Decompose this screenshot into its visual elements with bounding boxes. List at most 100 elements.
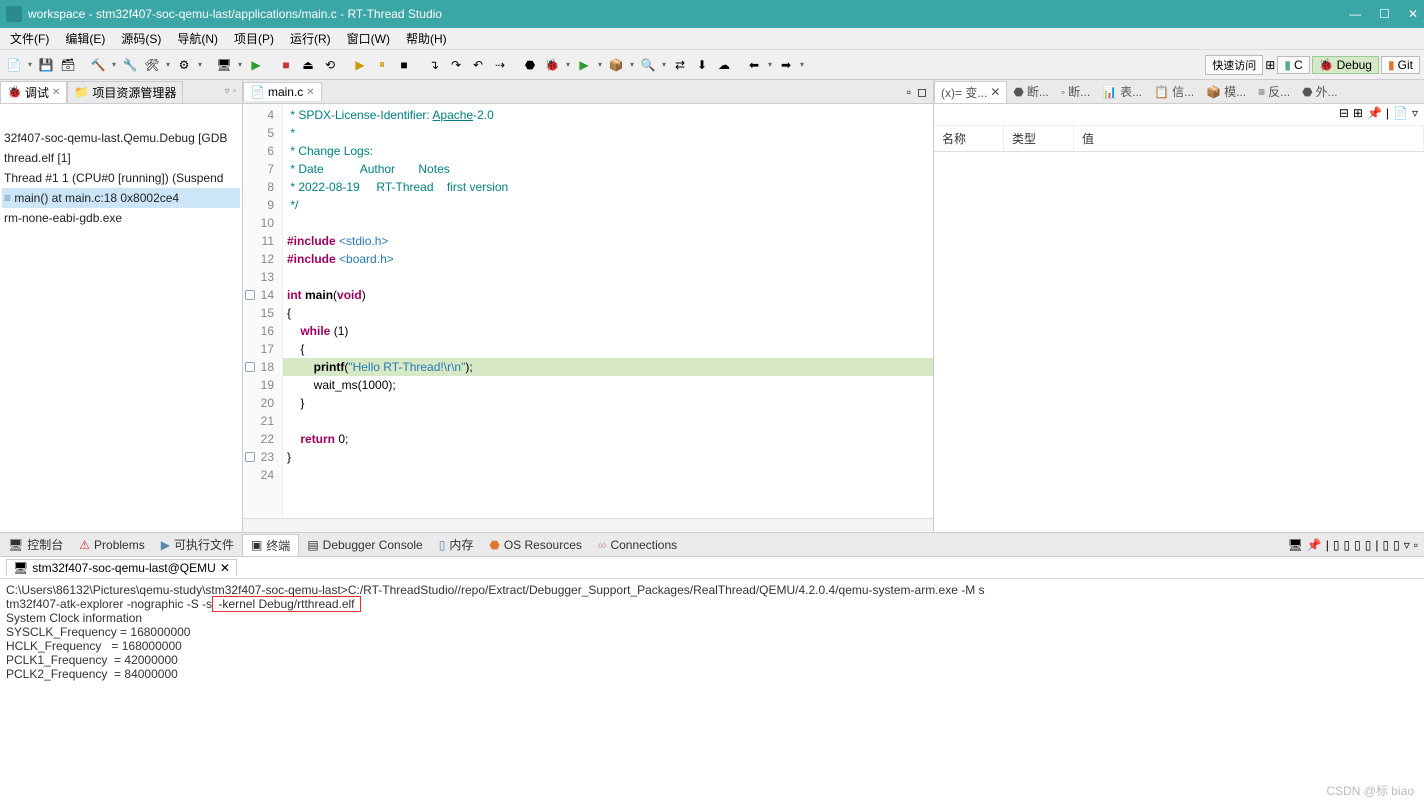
save-icon[interactable]: 💾 bbox=[36, 55, 56, 75]
code-line[interactable]: * Change Logs: bbox=[283, 142, 933, 160]
tab-problems[interactable]: ⚠Problems bbox=[71, 536, 152, 554]
code-line[interactable]: int main(void) bbox=[283, 286, 933, 304]
code-line[interactable]: } bbox=[283, 394, 933, 412]
menu-source[interactable]: 源码(S) bbox=[115, 28, 167, 49]
menu-file[interactable]: 文件(F) bbox=[4, 28, 55, 49]
maximize-icon[interactable]: ◻ bbox=[917, 85, 927, 99]
stepinto-icon[interactable]: ↴ bbox=[424, 55, 444, 75]
menu-project[interactable]: 项目(P) bbox=[228, 28, 280, 49]
tree-row[interactable]: 32f407-soc-qemu-last.Qemu.Debug [GDB bbox=[2, 128, 240, 148]
tree-row[interactable]: thread.elf [1] bbox=[2, 148, 240, 168]
terminal-subtab[interactable]: 🖥stm32f407-soc-qemu-last@QEMU✕ bbox=[6, 559, 237, 576]
tab-exec[interactable]: ▶可执行文件 bbox=[153, 534, 242, 555]
code-line[interactable]: return 0; bbox=[283, 430, 933, 448]
tab-dbgconsole[interactable]: ▤Debugger Console bbox=[299, 536, 430, 554]
menu-window[interactable]: 窗口(W) bbox=[341, 28, 396, 49]
col-value[interactable]: 值 bbox=[1074, 126, 1424, 151]
editor-tab-main[interactable]: 📄main.c✕ bbox=[243, 82, 322, 101]
menu-nav[interactable]: 导航(N) bbox=[171, 28, 224, 49]
code-line[interactable]: while (1) bbox=[283, 322, 933, 340]
term-menu-icon[interactable]: ▿ bbox=[1404, 538, 1410, 552]
code-line[interactable] bbox=[283, 412, 933, 430]
sync-icon[interactable]: ⇄ bbox=[670, 55, 690, 75]
terminate-icon[interactable]: ■ bbox=[394, 55, 414, 75]
code-line[interactable]: } bbox=[283, 448, 933, 466]
close-icon[interactable]: ✕ bbox=[52, 87, 60, 98]
close-icon[interactable]: ✕ bbox=[306, 87, 314, 98]
expand-icon[interactable]: ⊞ bbox=[1353, 106, 1363, 123]
monitor-icon[interactable]: 🖥 bbox=[214, 55, 234, 75]
cloud-icon[interactable]: ☁ bbox=[714, 55, 734, 75]
code-line[interactable]: * 2022-08-19 RT-Thread first version bbox=[283, 178, 933, 196]
term-t6-icon[interactable]: ▯ bbox=[1393, 538, 1400, 552]
instr-icon[interactable]: ⇢ bbox=[490, 55, 510, 75]
resume-icon[interactable]: ▶ bbox=[350, 55, 370, 75]
code-line[interactable]: */ bbox=[283, 196, 933, 214]
minimize-button[interactable]: — bbox=[1349, 7, 1361, 21]
view-menu-icon[interactable]: ▿ ▫ bbox=[219, 86, 242, 97]
search-icon[interactable]: 🔍 bbox=[638, 55, 658, 75]
tab-conn[interactable]: ∞Connections bbox=[590, 536, 685, 554]
code-line[interactable]: printf("Hello RT-Thread!\r\n"); bbox=[283, 358, 933, 376]
code-line[interactable]: * SPDX-License-Identifier: Apache-2.0 bbox=[283, 106, 933, 124]
code-line[interactable] bbox=[283, 466, 933, 484]
tab-info[interactable]: 📋信... bbox=[1148, 81, 1200, 102]
code-line[interactable] bbox=[283, 268, 933, 286]
tab-expr[interactable]: 📊表... bbox=[1096, 81, 1148, 102]
tab-osres[interactable]: ⬣OS Resources bbox=[481, 536, 590, 554]
tab-modules[interactable]: 📦模... bbox=[1200, 81, 1252, 102]
stop-icon[interactable]: ■ bbox=[276, 55, 296, 75]
build-icon[interactable]: 📦 bbox=[606, 55, 626, 75]
term-t1-icon[interactable]: ▯ bbox=[1333, 538, 1340, 552]
menu-run[interactable]: 运行(R) bbox=[284, 28, 337, 49]
term-t3-icon[interactable]: ▯ bbox=[1354, 538, 1361, 552]
menu-help[interactable]: 帮助(H) bbox=[400, 28, 453, 49]
code-line[interactable]: * bbox=[283, 124, 933, 142]
menu-icon[interactable]: ▿ bbox=[1412, 106, 1418, 123]
tree-row[interactable]: rm-none-eabi-gdb.exe bbox=[2, 208, 240, 228]
tab-disasm[interactable]: ≡反... bbox=[1252, 81, 1296, 102]
open-persp-icon[interactable]: ⊞ bbox=[1265, 58, 1275, 72]
maximize-button[interactable]: ☐ bbox=[1379, 7, 1390, 21]
term-min-icon[interactable]: ▫ bbox=[1414, 538, 1418, 552]
new-icon[interactable]: 📄 bbox=[4, 55, 24, 75]
tab-breakpoints[interactable]: ⬣断... bbox=[1007, 81, 1055, 102]
persp-debug[interactable]: 🐞Debug bbox=[1312, 56, 1379, 74]
restart-icon[interactable]: ⟲ bbox=[320, 55, 340, 75]
chip-icon[interactable]: ⬣ bbox=[520, 55, 540, 75]
tab-project-explorer[interactable]: 📁项目资源管理器 bbox=[67, 81, 183, 103]
term-t2-icon[interactable]: ▯ bbox=[1344, 538, 1351, 552]
new-icon[interactable]: 📄 bbox=[1393, 106, 1408, 123]
new-drop[interactable] bbox=[26, 60, 34, 69]
persp-c[interactable]: ▮ C bbox=[1277, 56, 1309, 74]
tree-row[interactable]: Thread #1 1 (CPU#0 [running]) (Suspend bbox=[2, 168, 240, 188]
pause-icon[interactable]: ⏸ bbox=[372, 55, 392, 75]
stepover-icon[interactable]: ↷ bbox=[446, 55, 466, 75]
tab-memory[interactable]: ▯内存 bbox=[431, 534, 482, 555]
tree-row[interactable]: ≡ main() at main.c:18 0x8002ce4 bbox=[2, 188, 240, 208]
collapse-icon[interactable]: ⊟ bbox=[1339, 106, 1349, 123]
stepreturn-icon[interactable]: ↶ bbox=[468, 55, 488, 75]
bug-icon[interactable]: 🐞 bbox=[542, 55, 562, 75]
code-line[interactable]: * Date Author Notes bbox=[283, 160, 933, 178]
col-name[interactable]: 名称 bbox=[934, 126, 1004, 151]
term-pin-icon[interactable]: 📌 bbox=[1307, 538, 1322, 552]
fwd-icon[interactable]: ➡ bbox=[776, 55, 796, 75]
pin-icon[interactable]: 📌 bbox=[1367, 106, 1382, 123]
code-line[interactable]: #include <stdio.h> bbox=[283, 232, 933, 250]
code-line[interactable] bbox=[283, 214, 933, 232]
code-line[interactable]: { bbox=[283, 304, 933, 322]
debug-tree[interactable]: 32f407-soc-qemu-last.Qemu.Debug [GDBthre… bbox=[0, 124, 242, 232]
tab-terminal[interactable]: ▣终端 bbox=[242, 534, 299, 556]
tab-variables[interactable]: (x)= 变...✕ bbox=[934, 81, 1007, 103]
close-button[interactable]: ✕ bbox=[1408, 7, 1418, 21]
close-icon[interactable]: ✕ bbox=[220, 561, 230, 575]
wrench-icon[interactable]: 🛠 bbox=[142, 55, 162, 75]
download-icon[interactable]: ⬇ bbox=[692, 55, 712, 75]
tab-bp2[interactable]: ◦断... bbox=[1055, 81, 1096, 102]
code-line[interactable]: #include <board.h> bbox=[283, 250, 933, 268]
hammer-icon[interactable]: 🔨 bbox=[88, 55, 108, 75]
col-type[interactable]: 类型 bbox=[1004, 126, 1074, 151]
persp-git[interactable]: ▮ Git bbox=[1381, 56, 1420, 74]
term-mon-icon[interactable]: 🖥 bbox=[1288, 538, 1303, 552]
